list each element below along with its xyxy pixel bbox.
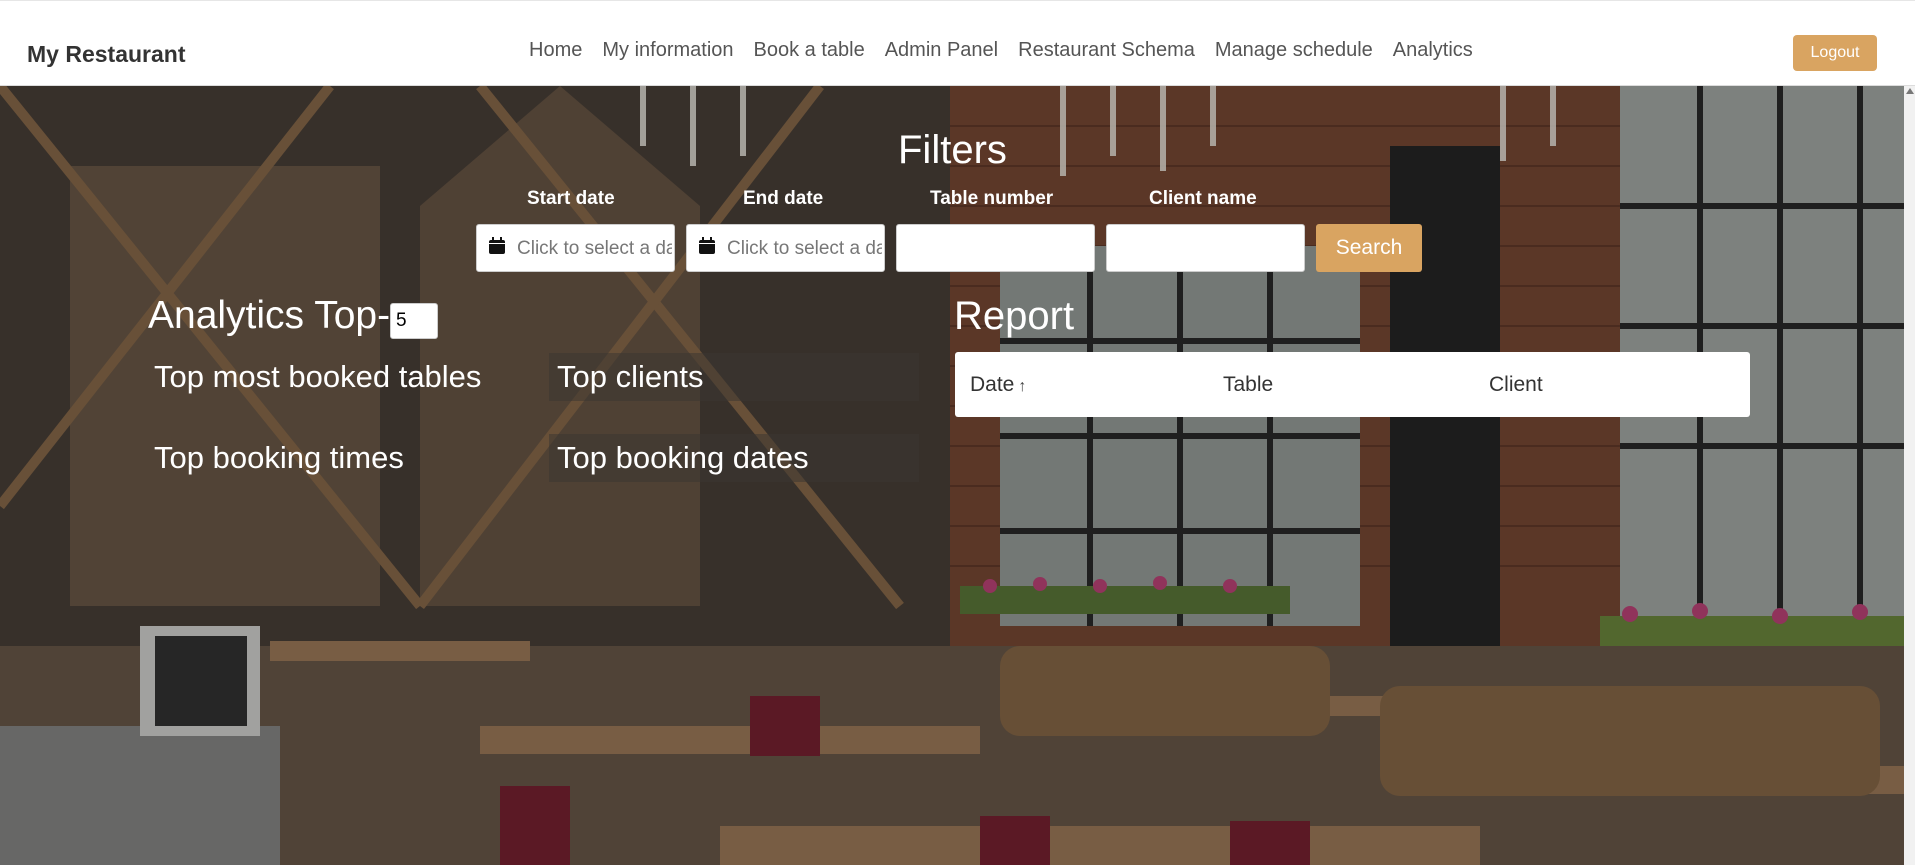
nav-link-home[interactable]: Home: [529, 39, 592, 62]
nav-link-admin-panel[interactable]: Admin Panel: [875, 39, 1008, 62]
sort-ascending-icon: ↑: [1018, 378, 1027, 395]
search-button[interactable]: Search: [1316, 224, 1422, 272]
start-date-label: Start date: [527, 188, 615, 209]
nav-links: Home My information Book a table Admin P…: [529, 39, 1483, 62]
calendar-icon: [699, 237, 715, 254]
top-clients-link[interactable]: Top clients: [549, 353, 919, 401]
column-header-table[interactable]: Table: [1223, 373, 1273, 397]
start-date-picker[interactable]: [476, 224, 675, 272]
end-date-picker[interactable]: [686, 224, 885, 272]
scroll-up-arrow-icon[interactable]: [1906, 88, 1914, 94]
end-date-label: End date: [743, 188, 824, 209]
table-number-input[interactable]: [896, 224, 1095, 272]
table-number-label: Table number: [930, 188, 1054, 209]
navbar: My Restaurant Home My information Book a…: [0, 0, 1915, 86]
nav-link-book-a-table[interactable]: Book a table: [744, 39, 875, 62]
brand-logo[interactable]: My Restaurant: [27, 41, 185, 68]
nav-link-my-information[interactable]: My information: [592, 39, 743, 62]
report-title: Report: [954, 294, 1075, 338]
column-header-date[interactable]: Date ↑: [970, 373, 1026, 397]
client-name-input[interactable]: [1106, 224, 1305, 272]
top-most-booked-tables-link[interactable]: Top most booked tables: [146, 353, 489, 401]
top-booking-times-link[interactable]: Top booking times: [146, 434, 412, 482]
analytics-title: Analytics Top-: [148, 294, 391, 337]
column-header-client[interactable]: Client: [1489, 373, 1543, 397]
top-n-input[interactable]: [390, 303, 438, 339]
nav-link-restaurant-schema[interactable]: Restaurant Schema: [1008, 39, 1205, 62]
report-table: Date ↑ Table Client: [955, 352, 1750, 417]
nav-link-manage-schedule[interactable]: Manage schedule: [1205, 39, 1383, 62]
page-scrollbar[interactable]: [1904, 86, 1915, 865]
client-name-label: Client name: [1149, 188, 1257, 209]
filters-title: Filters: [898, 128, 1007, 172]
nav-link-analytics[interactable]: Analytics: [1383, 39, 1483, 62]
top-booking-dates-link[interactable]: Top booking dates: [549, 434, 919, 482]
end-date-input[interactable]: [725, 225, 884, 271]
column-header-date-label: Date: [970, 373, 1015, 396]
start-date-input[interactable]: [515, 225, 674, 271]
logout-button[interactable]: Logout: [1793, 35, 1877, 71]
calendar-icon: [489, 237, 505, 254]
